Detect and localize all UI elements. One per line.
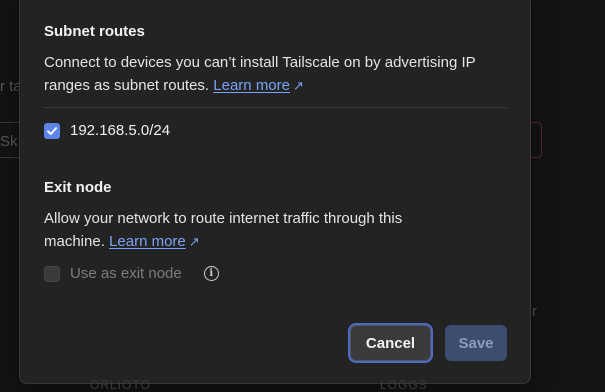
info-icon[interactable]: i [204,266,219,281]
background-text-fragment: LOGGS [380,378,428,392]
save-button[interactable]: Save [445,325,507,361]
cancel-button[interactable]: Cancel [350,325,431,361]
exit-node-description: Allow your network to route internet tra… [44,207,464,253]
checkmark-icon [46,125,58,137]
subnet-routes-description: Connect to devices you can’t install Tai… [44,51,514,97]
exit-node-learn-more-link[interactable]: Learn more↗ [109,233,200,250]
exit-node-checkbox-row[interactable]: Use as exit node i [44,265,219,282]
route-checkbox[interactable] [44,123,60,139]
exit-node-checkbox-label: Use as exit node [70,265,182,282]
exit-node-checkbox[interactable] [44,266,60,282]
background-text-fragment: r [532,303,537,320]
learn-more-label: Learn more [109,233,186,250]
edit-route-settings-dialog: Subnet routes Connect to devices you can… [19,0,531,384]
exit-node-title: Exit node [44,179,112,196]
subnet-routes-learn-more-link[interactable]: Learn more↗ [213,77,304,94]
route-label: 192.168.5.0/24 [70,122,170,139]
subnet-routes-title: Subnet routes [44,23,145,40]
section-divider [44,107,507,108]
exit-node-description-text: Allow your network to route internet tra… [44,210,402,250]
external-link-icon: ↗ [293,74,304,97]
external-link-icon: ↗ [189,230,200,253]
background-text-fragment: ORLIOTO [90,378,151,392]
learn-more-label: Learn more [213,77,290,94]
background-text-fragment: Sk [0,133,18,150]
route-checkbox-row[interactable]: 192.168.5.0/24 [44,122,170,139]
